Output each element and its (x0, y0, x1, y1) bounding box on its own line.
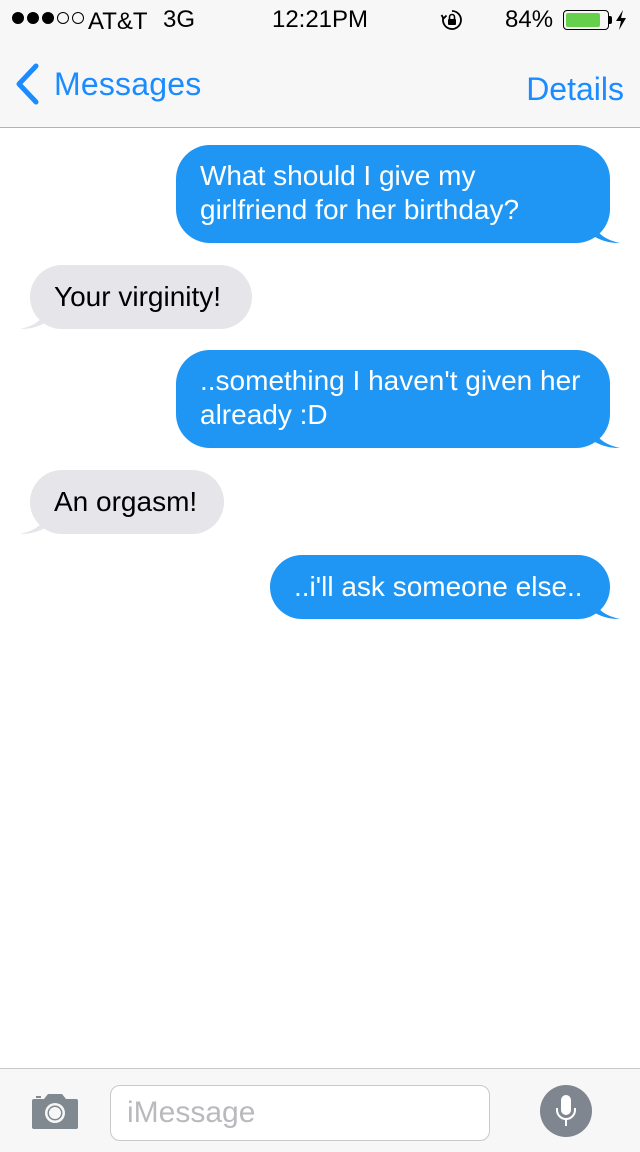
message-thread[interactable]: What should I give my girlfriend for her… (0, 128, 640, 1068)
chevron-left-icon (16, 63, 39, 105)
microphone-icon (556, 1095, 576, 1126)
message-bubble-incoming[interactable]: Your virginity! (20, 265, 252, 329)
battery-tip (609, 16, 612, 24)
message-bubble-outgoing[interactable]: ..something I haven't given her already … (176, 350, 620, 448)
message-bubble-outgoing[interactable]: What should I give my girlfriend for her… (176, 145, 620, 243)
microphone-button[interactable] (540, 1085, 592, 1137)
message-text: ..i'll ask someone else.. (294, 571, 583, 602)
message-input-bar (0, 1068, 640, 1152)
status-bar: AT&T 3G 12:21PM 84% (0, 0, 640, 40)
battery-icon (563, 10, 609, 30)
message-text: Your virginity! (54, 281, 222, 312)
message-text: ..something I haven't given her already … (200, 365, 581, 430)
rotation-lock-icon (440, 10, 462, 30)
message-bubble-outgoing[interactable]: ..i'll ask someone else.. (270, 555, 620, 619)
bubble-tail (20, 508, 48, 534)
navigation-bar: Messages Details (0, 40, 640, 128)
bubble-tail (592, 422, 620, 448)
battery-percent: 84% (505, 6, 554, 33)
top-bar: AT&T 3G 12:21PM 84% Messages Details (0, 0, 640, 128)
imessage-input[interactable] (110, 1085, 490, 1141)
camera-icon[interactable] (30, 1091, 80, 1131)
message-text: What should I give my girlfriend for her… (200, 160, 520, 225)
back-button[interactable]: Messages (14, 62, 201, 106)
message-text: An orgasm! (54, 486, 198, 517)
bubble-tail (592, 217, 620, 243)
details-button[interactable]: Details (526, 71, 624, 108)
bubble-tail (592, 593, 620, 619)
battery-fill (566, 13, 600, 27)
charging-bolt-icon (616, 10, 626, 30)
message-bubble-incoming[interactable]: An orgasm! (20, 470, 224, 534)
bubble-tail (20, 303, 48, 329)
back-button-label: Messages (54, 65, 202, 102)
